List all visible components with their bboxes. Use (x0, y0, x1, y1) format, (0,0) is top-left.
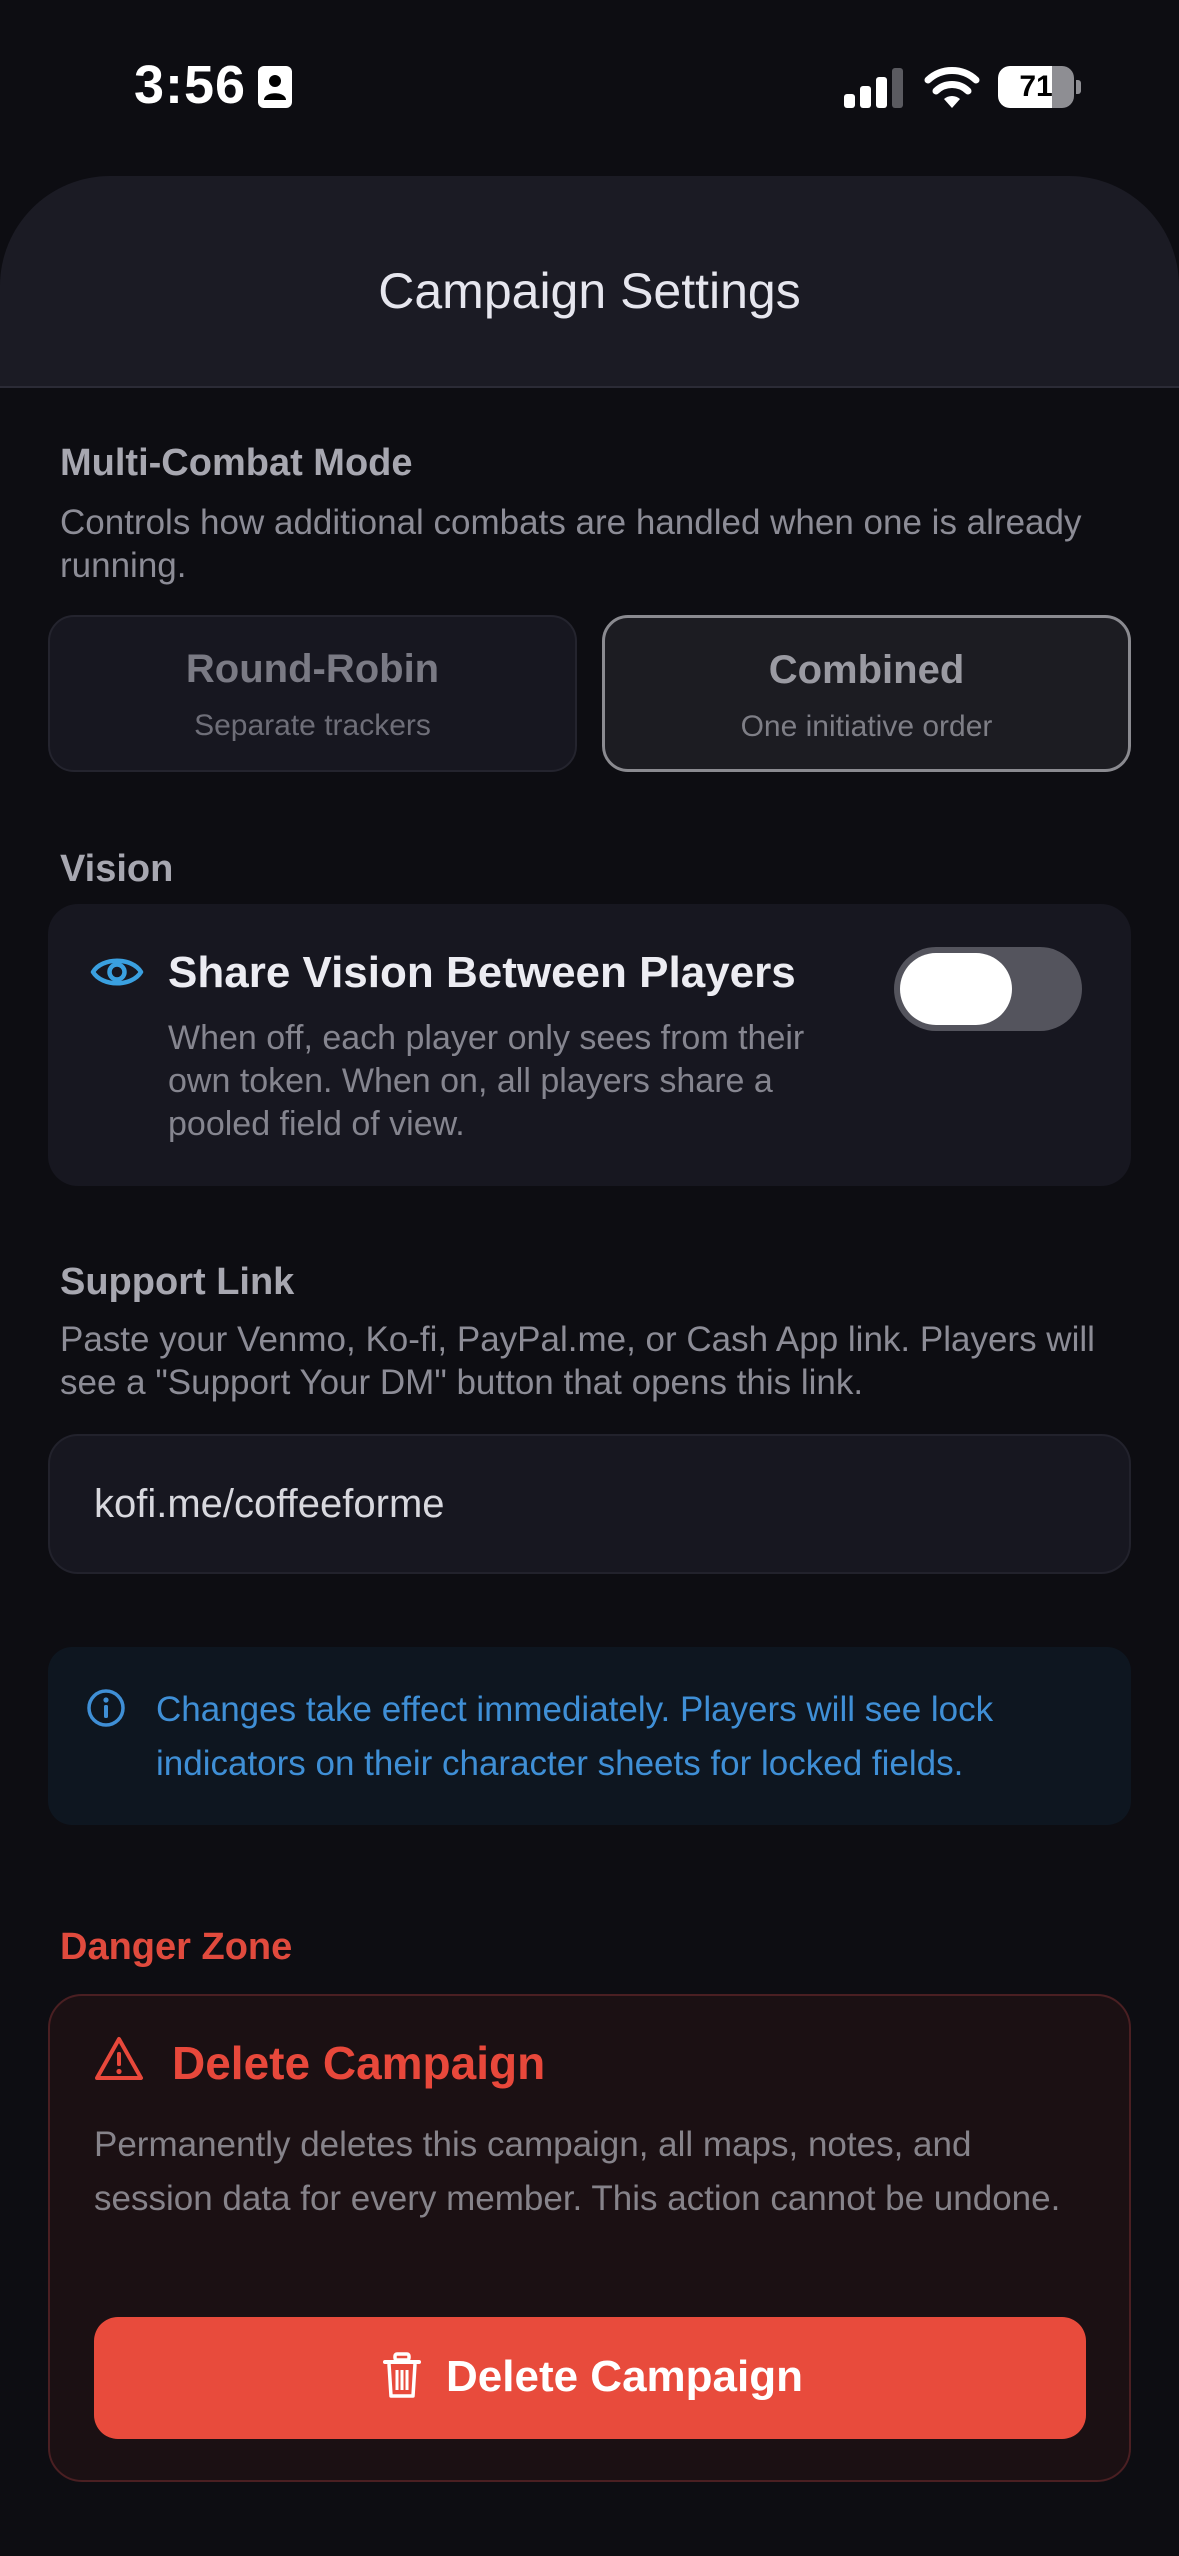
support-link-label: Support Link (60, 1261, 295, 1303)
page-title: Campaign Settings (378, 263, 801, 319)
id-card-icon (258, 66, 292, 108)
mode-option-round-robin[interactable]: Round-Robin Separate trackers (48, 615, 577, 772)
status-bar: 3:56 71 (0, 0, 1179, 170)
vision-label: Vision (60, 848, 174, 890)
info-text: Changes take effect immediately. Players… (156, 1690, 994, 1783)
toggle-knob (900, 953, 1012, 1025)
campaign-settings-screen: 3:56 71 Campaign Settings Multi-Combat M… (0, 0, 1179, 2556)
battery-icon: 71 (998, 66, 1081, 108)
delete-campaign-button-label: Delete Campaign (446, 2352, 803, 2401)
multi-combat-description: Controls how additional combats are hand… (60, 503, 1082, 585)
vision-title: Share Vision Between Players (168, 948, 796, 997)
vision-description: When off, each player only sees from the… (168, 1019, 805, 1143)
danger-zone-label: Danger Zone (60, 1926, 293, 1968)
eye-icon (90, 958, 144, 986)
mode-option-combined[interactable]: Combined One initiative order (602, 615, 1131, 772)
info-icon (87, 1689, 125, 1727)
warning-icon (95, 2037, 143, 2080)
mode-option-subtitle: One initiative order (740, 710, 993, 743)
status-time: 3:56 (134, 55, 247, 115)
battery-body: 71 (998, 66, 1074, 108)
wifi-icon (924, 67, 980, 108)
mode-option-subtitle: Separate trackers (194, 709, 431, 742)
battery-level: 71 (1019, 70, 1053, 103)
mode-option-title: Combined (768, 648, 965, 692)
share-vision-toggle[interactable] (894, 947, 1082, 1031)
signal-icon (844, 68, 903, 108)
sheet-header: Campaign Settings (0, 176, 1179, 388)
trash-icon (383, 2352, 421, 2398)
mode-option-title: Round-Robin (185, 647, 440, 691)
support-link-description: Paste your Venmo, Ko-fi, PayPal.me, or C… (60, 1320, 1095, 1402)
multi-combat-label: Multi-Combat Mode (60, 442, 413, 484)
danger-description: Permanently deletes this campaign, all m… (94, 2125, 1061, 2218)
battery-nub (1076, 80, 1081, 94)
support-link-input[interactable]: kofi.me/coffeeforme (48, 1434, 1131, 1574)
danger-title: Delete Campaign (172, 2037, 546, 2089)
